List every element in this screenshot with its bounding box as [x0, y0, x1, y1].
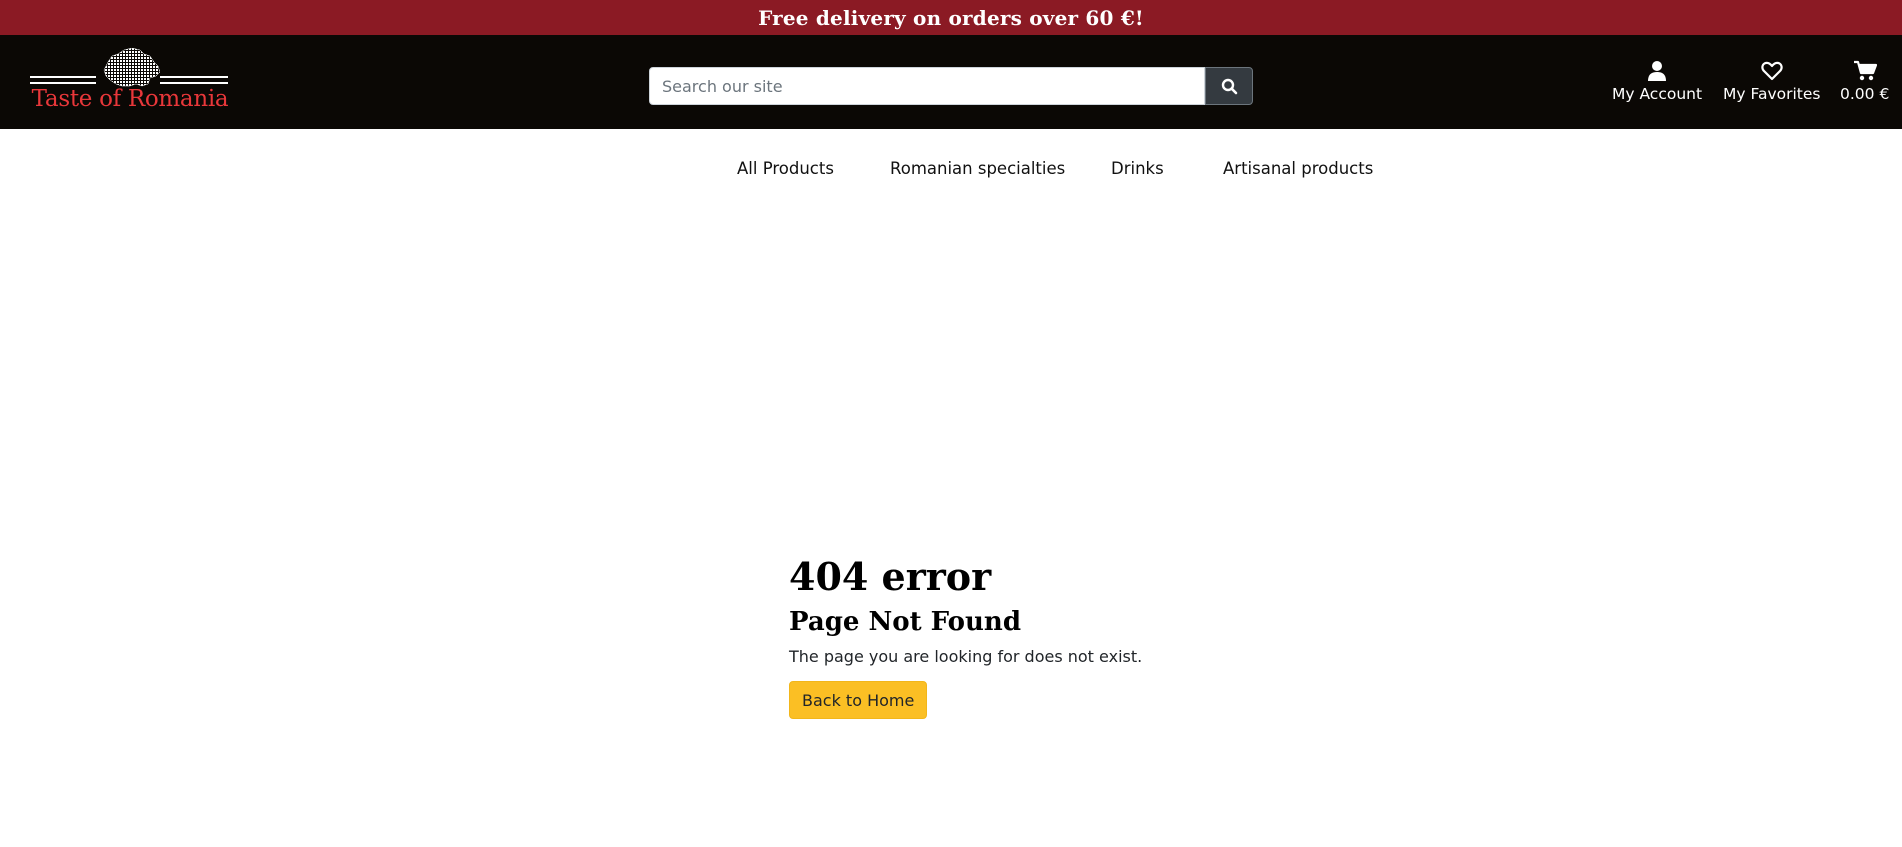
- logo-divider-right-top: [160, 76, 228, 78]
- cart-icon: [1853, 60, 1877, 82]
- search-input[interactable]: [649, 67, 1205, 105]
- nav-item-drinks[interactable]: Drinks: [1111, 159, 1164, 178]
- search-button[interactable]: [1205, 67, 1253, 105]
- error-subtitle: Page Not Found: [789, 607, 1022, 637]
- my-favorites-link[interactable]: My Favorites: [1723, 60, 1821, 103]
- nav-item-artisanal-products[interactable]: Artisanal products: [1223, 159, 1373, 178]
- search-bar: [649, 67, 1253, 105]
- romania-map-icon: [103, 48, 160, 87]
- promo-text: Free delivery on orders over 60 €!: [758, 5, 1144, 30]
- cart-link[interactable]: 0.00 €: [1840, 60, 1889, 103]
- main-nav: All Products Romanian specialties Drinks…: [0, 129, 1902, 209]
- my-favorites-label: My Favorites: [1723, 85, 1821, 103]
- error-title: 404 error: [789, 554, 992, 599]
- back-to-home-button[interactable]: Back to Home: [789, 681, 928, 719]
- heart-icon: [1761, 60, 1783, 82]
- logo-text: Taste of Romania: [31, 86, 229, 112]
- error-message: The page you are looking for does not ex…: [789, 647, 1143, 666]
- nav-item-romanian-specialties[interactable]: Romanian specialties: [890, 159, 1065, 178]
- site-header: Taste of Romania My Account My Favorites: [0, 35, 1902, 129]
- my-account-link[interactable]: My Account: [1612, 60, 1702, 103]
- promo-banner: Free delivery on orders over 60 €!: [0, 0, 1902, 35]
- site-logo[interactable]: Taste of Romania: [30, 48, 230, 118]
- cart-total: 0.00 €: [1840, 85, 1890, 103]
- logo-divider-left-top: [30, 76, 96, 78]
- user-icon: [1647, 60, 1667, 82]
- logo-divider-right-bottom: [160, 82, 228, 84]
- nav-item-all-products[interactable]: All Products: [737, 159, 834, 178]
- my-account-label: My Account: [1612, 85, 1703, 103]
- search-icon: [1221, 78, 1237, 94]
- logo-divider-left-bottom: [30, 82, 96, 84]
- error-section: 404 error Page Not Found The page you ar…: [789, 553, 1142, 719]
